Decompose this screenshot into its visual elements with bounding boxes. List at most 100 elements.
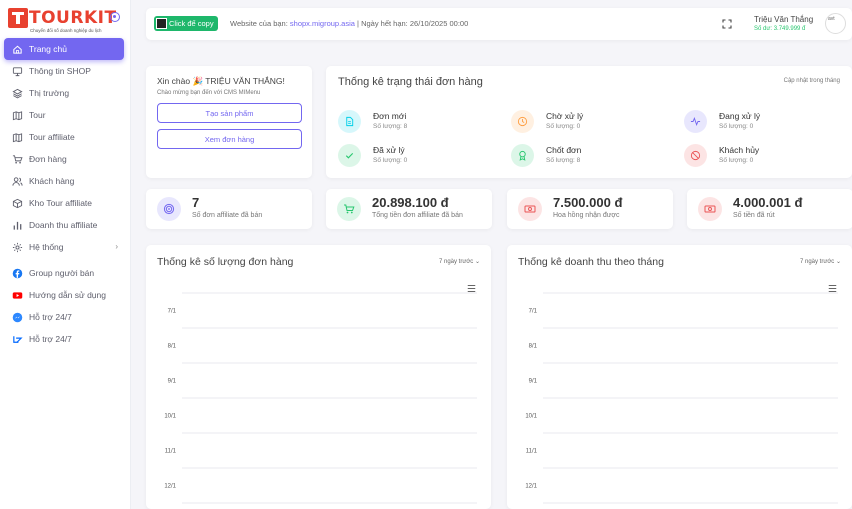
order-status-item: Chốt đơn Số lượng: 8 — [511, 143, 671, 169]
target-icon — [157, 197, 181, 221]
order-status-title: Thống kê trạng thái đơn hàng — [338, 76, 483, 88]
sidebar-item-10[interactable]: Group người bán — [4, 262, 124, 284]
status-count: Số lượng: 8 — [373, 123, 408, 130]
top-bar: Click để copy Website của bạn: shopx.mig… — [146, 8, 852, 40]
y-tick-label: 11/1 — [165, 449, 177, 455]
sidebar-item-label: Đơn hàng — [29, 154, 67, 164]
y-tick-label: 7/1 — [529, 309, 538, 315]
summary-card: 7 Số đơn affiliate đã bán — [146, 189, 312, 229]
expiry-date: | Ngày hết hạn: 26/10/2025 00:00 — [354, 19, 469, 28]
view-orders-button[interactable]: Xem đơn hàng — [157, 129, 302, 149]
sidebar-item-label: Hệ thống — [29, 242, 64, 252]
status-count: Số lượng: 0 — [546, 123, 581, 130]
sidebar-item-13[interactable]: Hỗ trợ 24/7 — [4, 328, 124, 350]
sidebar-item-label: Group người bán — [29, 268, 95, 278]
logo-text: TOURKIT — [29, 8, 117, 28]
y-tick-label: 12/1 — [164, 484, 176, 490]
map-icon — [12, 132, 23, 143]
sidebar-item-5[interactable]: Đơn hàng — [4, 148, 124, 170]
create-product-button[interactable]: Tạo sản phẩm — [157, 103, 302, 123]
y-tick-label: 8/1 — [168, 344, 177, 350]
sidebar-item-3[interactable]: Tour — [4, 104, 124, 126]
sidebar-item-label: Hỗ trợ 24/7 — [29, 334, 72, 344]
status-label: Chờ xử lý — [546, 111, 584, 121]
website-info: Website của bạn: shopx.migroup.asia | Ng… — [230, 19, 468, 28]
status-count: Số lượng: 0 — [719, 123, 754, 130]
summary-label: Số tiền đã rút — [733, 212, 775, 219]
summary-card: 7.500.000 đ Hoa hồng nhận được — [507, 189, 673, 229]
sidebar-item-label: Trang chủ — [29, 44, 67, 54]
sidebar-item-12[interactable]: Hỗ trợ 24/7 — [4, 306, 124, 328]
sidebar-item-label: Thị trường — [29, 88, 70, 98]
status-label: Đang xử lý — [719, 111, 761, 121]
sidebar-toggle-icon[interactable] — [110, 12, 120, 22]
copy-qr-button[interactable]: Click để copy — [154, 16, 218, 31]
map-icon — [12, 110, 23, 121]
monitor-icon — [12, 66, 23, 77]
chevron-right-icon: › — [115, 242, 118, 251]
y-tick-label: 9/1 — [168, 379, 177, 385]
summary-label: Tổng tiền đơn affiliate đã bán — [372, 212, 463, 219]
cart-icon — [337, 197, 361, 221]
messenger-icon — [12, 312, 23, 323]
sidebar-item-8[interactable]: Doanh thu affiliate — [4, 214, 124, 236]
summary-card: 4.000.001 đ Số tiền đã rút — [687, 189, 852, 229]
summary-label: Số đơn affiliate đã bán — [192, 212, 263, 219]
home-icon — [12, 44, 23, 55]
sidebar-item-label: Tour — [29, 110, 46, 120]
sidebar-item-1[interactable]: Thông tin SHOP — [4, 60, 124, 82]
avatar[interactable]: avt — [825, 13, 846, 34]
user-name[interactable]: Triệu Văn Thắng — [754, 15, 813, 24]
sidebar-item-label: Hướng dẫn sử dụng — [29, 290, 106, 300]
order-status-item: Đơn mới Số lượng: 8 — [338, 109, 498, 135]
website-link[interactable]: shopx.migroup.asia — [290, 19, 355, 28]
y-tick-label: 11/1 — [526, 449, 538, 455]
order-status-item: Đang xử lý Số lượng: 0 — [684, 109, 844, 135]
order-status-card: Thống kê trạng thái đơn hàng Cập nhật tr… — [326, 66, 852, 178]
logo[interactable]: TOURKIT Chuyển đổi số doanh nghiệp du lị… — [8, 8, 123, 34]
sidebar-item-label: Tour affiliate — [29, 132, 75, 142]
summary-value: 7.500.000 đ — [553, 195, 623, 210]
sidebar-item-6[interactable]: Khách hàng — [4, 170, 124, 192]
sidebar-item-label: Kho Tour affiliate — [29, 198, 93, 208]
copy-button-label: Click để copy — [169, 19, 214, 28]
y-tick-label: 10/1 — [164, 414, 176, 420]
fullscreen-icon[interactable] — [722, 19, 732, 29]
zalo-icon — [12, 334, 23, 345]
clock-icon — [511, 110, 534, 133]
sidebar-item-7[interactable]: Kho Tour affiliate — [4, 192, 124, 214]
order-status-item: Chờ xử lý Số lượng: 0 — [511, 109, 671, 135]
sidebar: TOURKIT Chuyển đổi số doanh nghiệp du lị… — [0, 0, 131, 509]
activity-icon — [684, 110, 707, 133]
ban-icon — [684, 144, 707, 167]
bar-chart-icon — [12, 220, 23, 231]
welcome-title: Xin chào 🎉 TRIỆU VĂN THẮNG! — [157, 76, 285, 86]
status-label: Đơn mới — [373, 111, 407, 121]
y-tick-label: 10/1 — [525, 414, 537, 420]
sidebar-item-label: Thông tin SHOP — [29, 66, 91, 76]
award-icon — [511, 144, 534, 167]
status-count: Số lượng: 0 — [373, 157, 408, 164]
sidebar-item-4[interactable]: Tour affiliate — [4, 126, 124, 148]
document-icon — [338, 110, 361, 133]
user-balance: Số dư: 3.749.999 đ — [754, 26, 806, 32]
sidebar-menu: Trang chủ Thông tin SHOP Thị trường Tour Tou… — [4, 38, 124, 350]
sidebar-item-label: Doanh thu affiliate — [29, 220, 98, 230]
y-tick-label: 12/1 — [525, 484, 537, 490]
sidebar-item-11[interactable]: Hướng dẫn sử dụng — [4, 284, 124, 306]
gear-icon — [12, 242, 23, 253]
welcome-subtitle: Chào mừng bạn đến với CMS MIMenu — [157, 90, 261, 96]
qr-code-icon — [156, 18, 167, 29]
youtube-icon — [12, 290, 23, 301]
status-count: Số lượng: 0 — [719, 157, 754, 164]
layers-icon — [12, 88, 23, 99]
sidebar-item-9[interactable]: Hệ thống › — [4, 236, 124, 258]
website-prefix: Website của bạn: — [230, 19, 290, 28]
logo-tagline: Chuyển đổi số doanh nghiệp du lịch — [30, 28, 102, 33]
status-label: Đã xử lý — [373, 145, 405, 155]
check-icon — [338, 144, 361, 167]
sidebar-item-2[interactable]: Thị trường — [4, 82, 124, 104]
sidebar-item-0[interactable]: Trang chủ — [4, 38, 124, 60]
welcome-card: Xin chào 🎉 TRIỆU VĂN THẮNG! Chào mừng bạ… — [146, 66, 312, 178]
sidebar-item-label: Khách hàng — [29, 176, 75, 186]
